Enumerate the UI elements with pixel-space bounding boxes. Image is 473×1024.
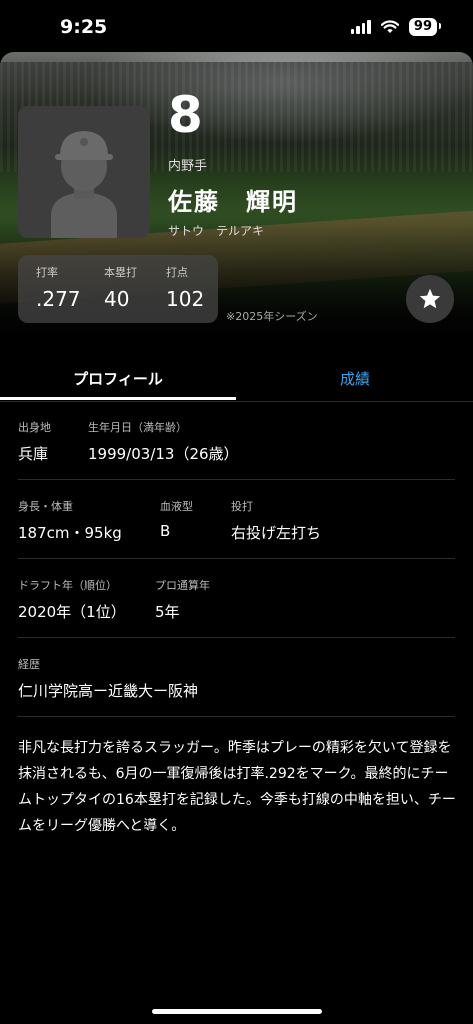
tab-profile[interactable]: プロフィール bbox=[0, 360, 236, 400]
stat-label: 打点 bbox=[166, 266, 188, 279]
favorite-button[interactable] bbox=[406, 275, 454, 323]
divider bbox=[18, 716, 455, 717]
career-value: 仁川学院高ー近畿大ー阪神 bbox=[18, 682, 199, 700]
draft-value: 2020年（1位） bbox=[18, 603, 126, 621]
stat-label: 本塁打 bbox=[104, 266, 137, 279]
stat-value: 40 bbox=[104, 287, 130, 311]
throw-bat-label: 投打 bbox=[231, 500, 253, 513]
height-weight-value: 187cm・95kg bbox=[18, 524, 122, 542]
star-icon bbox=[419, 288, 441, 309]
player-avatar bbox=[18, 106, 150, 238]
player-bio: 非凡な長打力を誇るスラッガー。昨季はプレーの精彩を欠いて登録を抹消されるも、6月… bbox=[18, 740, 456, 834]
pro-years-value: 5年 bbox=[155, 603, 180, 621]
battery-indicator: 99 bbox=[408, 18, 442, 36]
divider bbox=[18, 558, 455, 559]
blood-type-value: B bbox=[160, 522, 171, 540]
status-bar: 9:25 99 bbox=[0, 0, 473, 52]
birthdate-value: 1999/03/13（26歳） bbox=[88, 445, 239, 463]
birthplace-label: 出身地 bbox=[18, 421, 51, 434]
player-position: 内野手 bbox=[168, 159, 208, 174]
uniform-number: 8 bbox=[168, 86, 203, 144]
home-indicator[interactable] bbox=[152, 1009, 322, 1014]
stat-label: 打率 bbox=[36, 266, 58, 279]
pro-years-label: プロ通算年 bbox=[155, 579, 210, 592]
wifi-icon bbox=[380, 20, 399, 33]
stat-value: 102 bbox=[166, 287, 205, 311]
status-icons: 99 bbox=[350, 18, 442, 36]
divider bbox=[18, 479, 455, 480]
tab-bar: プロフィール 成績 bbox=[0, 360, 473, 402]
divider bbox=[18, 637, 455, 638]
throw-bat-value: 右投げ左打ち bbox=[231, 524, 322, 542]
status-time: 9:25 bbox=[60, 16, 108, 38]
career-label: 経歴 bbox=[18, 658, 40, 671]
blood-type-label: 血液型 bbox=[160, 500, 193, 513]
draft-label: ドラフト年（順位） bbox=[18, 579, 117, 592]
player-name-kana: サトウ テルアキ bbox=[168, 224, 265, 238]
cellular-signal-icon bbox=[350, 20, 371, 34]
player-name: 佐藤 輝明 bbox=[168, 188, 298, 216]
season-stats-card: 打率 .277 本塁打 40 打点 102 bbox=[18, 255, 218, 323]
person-placeholder-icon bbox=[18, 106, 150, 238]
birthdate-label: 生年月日（満年齢） bbox=[88, 421, 187, 434]
season-note: ※2025年シーズン bbox=[226, 310, 318, 323]
birthplace-value: 兵庫 bbox=[18, 445, 49, 463]
tab-results[interactable]: 成績 bbox=[237, 360, 473, 400]
height-weight-label: 身長・体重 bbox=[18, 500, 73, 513]
stat-value: .277 bbox=[36, 287, 81, 311]
